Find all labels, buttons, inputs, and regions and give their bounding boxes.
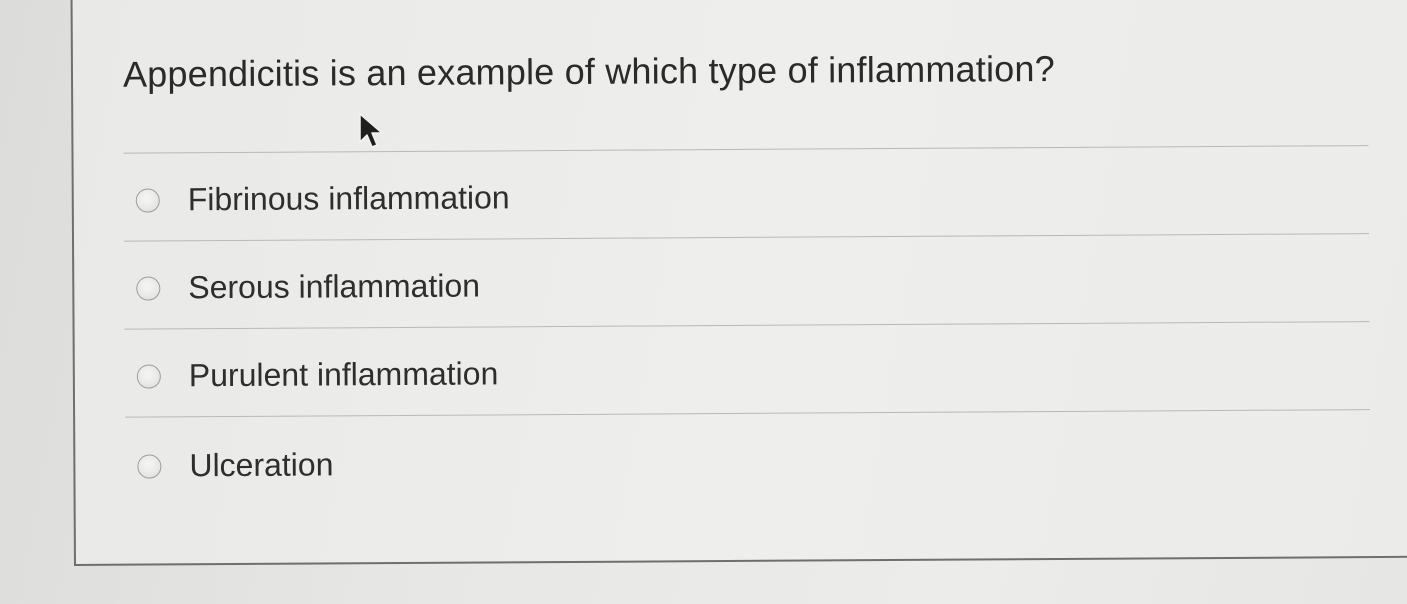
radio-button[interactable] [137, 453, 162, 479]
divider [123, 145, 1369, 154]
answer-option-label: Fibrinous inflammation [187, 179, 510, 218]
radio-button[interactable] [136, 275, 161, 301]
radio-button[interactable] [136, 363, 161, 389]
radio-button[interactable] [135, 187, 160, 213]
answer-option-label: Ulceration [189, 446, 334, 484]
answer-option-label: Purulent inflammation [188, 355, 499, 394]
answer-option-fibrinous[interactable]: Fibrinous inflammation [135, 179, 510, 218]
divider [124, 233, 1369, 242]
arrow-cursor-icon [359, 113, 383, 148]
answer-option-label: Serous inflammation [188, 267, 481, 306]
question-card: Appendicitis is an example of which type… [70, 0, 1407, 567]
question-text: Appendicitis is an example of which type… [122, 47, 1055, 95]
divider [125, 409, 1371, 418]
answer-option-serous[interactable]: Serous inflammation [136, 268, 480, 307]
answer-option-ulceration[interactable]: Ulceration [137, 446, 334, 484]
divider [124, 321, 1370, 330]
answer-option-purulent[interactable]: Purulent inflammation [136, 355, 499, 394]
quiz-screen: Appendicitis is an example of which type… [0, 0, 1407, 604]
